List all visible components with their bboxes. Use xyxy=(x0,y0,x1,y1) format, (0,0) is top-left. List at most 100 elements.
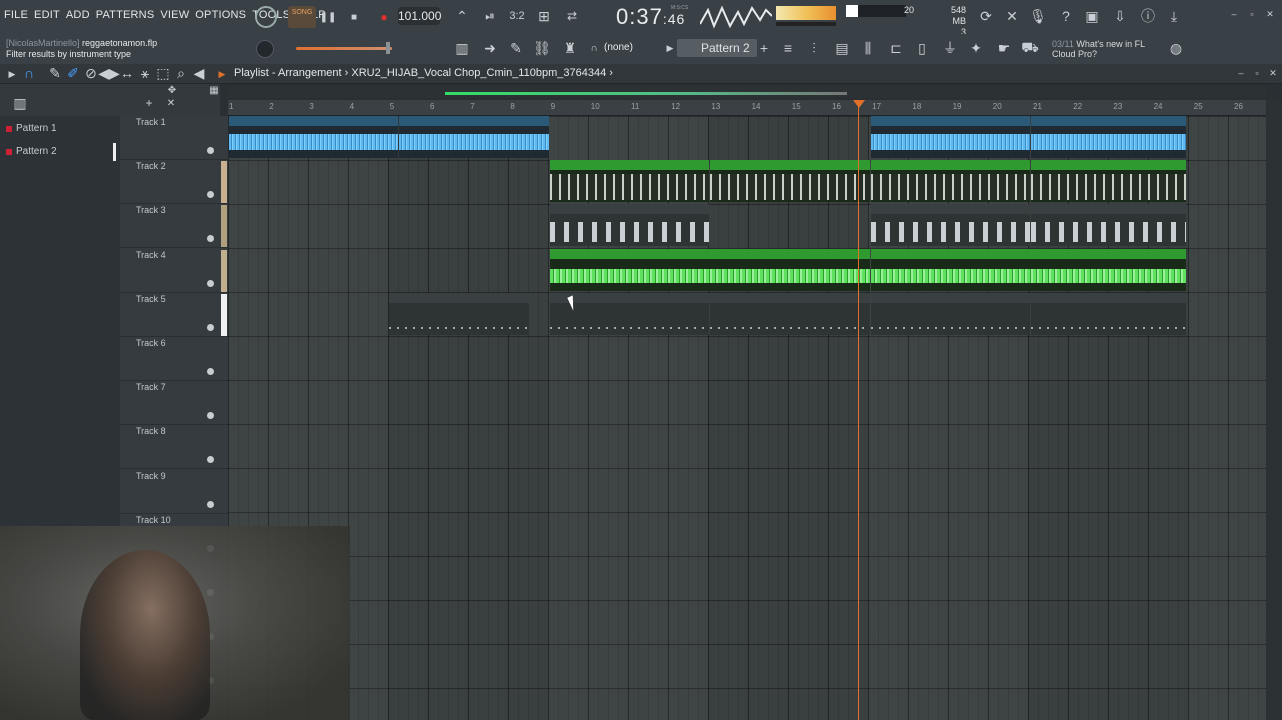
menu-file[interactable]: FILE xyxy=(4,9,28,21)
menu-view[interactable]: VIEW xyxy=(160,9,189,21)
track-mute-led[interactable] xyxy=(207,279,214,287)
track-header[interactable]: Track 9 xyxy=(120,470,228,514)
slice-tool-icon[interactable]: ⚹ xyxy=(138,65,152,81)
piano-roll-icon[interactable]: ▤ xyxy=(834,40,850,56)
mute-tool-icon[interactable]: ◀▶ xyxy=(98,65,120,81)
news-panel[interactable]: 03/11 What's new in FL Cloud Pro? xyxy=(1052,39,1145,59)
vertical-scrollbar[interactable] xyxy=(1266,100,1282,720)
loop-record-icon[interactable]: ⇄ xyxy=(562,8,582,24)
arrow-right-icon[interactable]: ➜ xyxy=(482,40,498,56)
audio-clip[interactable]: XRU2_HIJAB_Vocal Chop_Cmin_110bpm_376434… xyxy=(870,248,1187,291)
minimize-icon[interactable]: – xyxy=(1228,8,1240,20)
playlist-maximize-icon[interactable]: ▫ xyxy=(1252,68,1262,78)
step-edit-icon[interactable]: ⊞ xyxy=(534,8,554,24)
metronome-icon[interactable]: ⌃ xyxy=(454,8,470,24)
browser-icon[interactable]: ⊏ xyxy=(888,40,904,56)
maximize-icon[interactable]: ▫ xyxy=(1246,8,1258,20)
slip-tool-icon[interactable]: ↔ xyxy=(120,65,134,81)
paint-tool-icon[interactable]: ✐ xyxy=(66,65,80,81)
audio-clip[interactable]: XRU2_AIRE_Kick_S..p_115bpm_3764149 xyxy=(870,160,1030,203)
playlist-menu-arrow-icon[interactable]: ▶ xyxy=(6,67,18,81)
grid-view-icon[interactable]: ▦ xyxy=(208,84,220,96)
save-icon[interactable]: ▣ xyxy=(1084,8,1100,24)
info-icon[interactable]: ⓘ xyxy=(1140,8,1156,24)
refresh-icon[interactable]: ⟳ xyxy=(978,8,994,24)
audio-clip[interactable]: XRU2_CRISTAL_Vo..in_100bpm_3764336 xyxy=(399,116,549,158)
master-volume-slider[interactable] xyxy=(296,47,392,50)
track-header[interactable]: Track 5 xyxy=(120,293,228,337)
stop-icon[interactable]: ■ xyxy=(346,9,362,25)
select-tool-icon[interactable]: ⬚ xyxy=(156,65,170,81)
track-header[interactable]: Track 6 xyxy=(120,337,228,381)
pattern-clip[interactable]: Pattern 2 xyxy=(389,292,529,335)
track-header[interactable]: Track 3 xyxy=(120,204,228,249)
play-triangle-icon[interactable]: ▶ xyxy=(664,40,676,56)
pattern-clip[interactable]: Pattern 2 xyxy=(870,292,1030,335)
piano-keys-icon[interactable]: ▥ xyxy=(12,95,28,111)
audio-clip[interactable]: XRU2_AIRE_Kick_S..p_115bpm_3764149 xyxy=(549,160,710,203)
wand-icon[interactable]: ✦ xyxy=(968,40,984,56)
microphone-icon[interactable]: 🎙 xyxy=(1029,8,1047,24)
playlist-close-icon[interactable]: ✕ xyxy=(1268,68,1278,78)
link-icon[interactable]: ⛓ xyxy=(533,40,551,56)
track-header[interactable]: Track 7 xyxy=(120,381,228,426)
playlist-play-arrow-icon[interactable]: ▶ xyxy=(216,67,228,81)
track-mute-led[interactable] xyxy=(207,456,214,464)
pattern-clip[interactable]: Pattern 1 xyxy=(870,204,1030,247)
playlist-icon[interactable]: ≡ xyxy=(780,40,796,56)
track-header[interactable]: Track 8 xyxy=(120,425,228,470)
track-header[interactable]: Track 1 xyxy=(120,116,228,160)
remove-track-icon[interactable]: ✕ xyxy=(166,98,176,109)
tempo-display[interactable]: 101.000 xyxy=(398,7,441,25)
hand-icon[interactable]: ☛ xyxy=(996,40,1012,56)
pattern-item-2[interactable]: Pattern 2 xyxy=(2,143,116,161)
main-volume-knob-icon[interactable] xyxy=(255,6,277,28)
stamp-icon[interactable]: ♜ xyxy=(562,40,578,56)
song-mode-button[interactable]: SONG xyxy=(288,6,316,28)
track-mute-led[interactable] xyxy=(207,368,214,375)
master-pitch-knob[interactable] xyxy=(256,40,274,58)
add-pattern-icon[interactable]: + xyxy=(758,40,770,56)
close-icon[interactable]: ✕ xyxy=(1264,8,1276,20)
wait-input-icon[interactable]: ⏯ xyxy=(480,8,500,24)
audio-clip[interactable]: XRU2_CRISTAL_Vo..in_100bpm_3764336 xyxy=(1031,116,1187,158)
delete-tool-icon[interactable]: ⊘ xyxy=(84,65,98,81)
magnet-snap-icon[interactable]: ∩ xyxy=(22,65,36,81)
channel-rack-icon[interactable]: ⫶ xyxy=(806,40,822,56)
plugin-icon[interactable]: ⏚ xyxy=(942,40,958,56)
audio-clip[interactable]: XRU2_AIRE_Kick_S..p_115bpm_3764149 xyxy=(1031,160,1187,203)
download-icon[interactable]: ⤓ xyxy=(1166,8,1182,24)
playhead-marker[interactable] xyxy=(853,100,865,108)
track-mute-led[interactable] xyxy=(207,323,214,331)
globe-icon[interactable]: ◍ xyxy=(1168,40,1184,56)
magnet-icon[interactable]: ∩ xyxy=(588,40,600,56)
audio-clip[interactable]: XRU2_CRISTAL_Vo..in_100bpm_3764336 xyxy=(870,116,1030,158)
track-mute-led[interactable] xyxy=(207,147,214,154)
pause-icon[interactable]: ❚❚ xyxy=(320,9,337,25)
menu-options[interactable]: OPTIONS xyxy=(195,9,246,21)
playhead[interactable] xyxy=(858,100,859,720)
playlist-minimize-icon[interactable]: – xyxy=(1236,68,1246,78)
pattern-clip[interactable]: Pattern 2 xyxy=(1031,292,1187,335)
mixer-icon[interactable]: ⫼ xyxy=(860,40,876,56)
pattern-clip[interactable]: Pattern 1 xyxy=(1031,204,1187,247)
add-track-icon[interactable]: + xyxy=(144,96,154,110)
playback-tool-icon[interactable]: ◀ xyxy=(192,65,206,81)
track-mute-led[interactable] xyxy=(207,500,214,508)
pattern-clip[interactable]: Pattern 2 xyxy=(710,292,870,335)
menu-patterns[interactable]: PATTERNS xyxy=(96,9,155,21)
pattern-selector[interactable]: Pattern 2 xyxy=(677,39,757,57)
pattern-clip[interactable]: Pattern 1 xyxy=(549,204,710,247)
tools-icon[interactable]: ✕ xyxy=(1004,8,1020,24)
menu-edit[interactable]: EDIT xyxy=(34,9,60,21)
document-icon[interactable]: ▯ xyxy=(914,40,930,56)
track-header[interactable]: Track 4 xyxy=(120,249,228,293)
audio-clip[interactable]: XRU2_AIRE_Kick_S..p_115bpm_3764149 xyxy=(710,160,870,203)
timeline-ruler[interactable] xyxy=(228,100,1266,116)
track-header[interactable]: Track 2 xyxy=(120,160,228,205)
countdown-icon[interactable]: 3:2 xyxy=(508,8,526,24)
audio-clip[interactable]: XRU2_CRISTAL_Vo..in_100bpm_3764336 xyxy=(229,116,399,158)
menu-add[interactable]: ADD xyxy=(66,9,90,21)
snap-selector[interactable]: (none) xyxy=(604,42,633,53)
track-mute-led[interactable] xyxy=(207,235,214,243)
